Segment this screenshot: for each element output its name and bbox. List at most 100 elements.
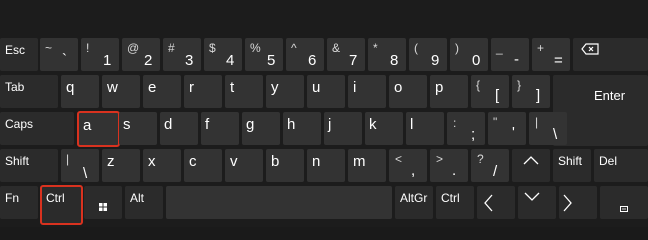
key-p[interactable]: p (430, 75, 468, 108)
key-k[interactable]: k (365, 112, 403, 145)
key-caps-lock[interactable]: Caps (0, 112, 74, 145)
key-shift-left[interactable]: Shift (0, 149, 58, 182)
key-esc[interactable]: Esc (0, 38, 38, 71)
key-label: k (369, 116, 377, 133)
key-r[interactable]: r (184, 75, 222, 108)
key-m[interactable]: m (348, 149, 386, 182)
key-slash[interactable]: ? / (471, 149, 509, 182)
key-label: Shift (558, 154, 583, 168)
windows-logo-icon (99, 203, 107, 211)
key-q[interactable]: q (61, 75, 99, 108)
key-a[interactable]: a (77, 111, 120, 147)
key-v[interactable]: v (225, 149, 263, 182)
key-label: f (205, 116, 210, 133)
key-label: u (312, 79, 321, 96)
key-left-bracket[interactable]: { [ (471, 75, 509, 108)
key-label: Caps (5, 117, 34, 131)
key-enter[interactable]: Enter (553, 75, 648, 146)
key-intl-backslash[interactable]: | \ (61, 149, 99, 182)
key-label: 1 (103, 52, 112, 69)
key-shift-label: | (535, 115, 539, 129)
key-comma[interactable]: < , (389, 149, 427, 182)
key-shift-label: ( (414, 41, 418, 55)
key-t[interactable]: t (225, 75, 263, 108)
key-label: v (230, 153, 238, 170)
key-label: Ctrl (441, 191, 460, 205)
key-semicolon[interactable]: : ; (447, 112, 485, 145)
key-label: p (435, 79, 444, 96)
key-b[interactable]: b (266, 149, 304, 182)
key-label: 0 (472, 52, 481, 69)
key-tilde[interactable]: ~ ` (40, 38, 78, 71)
key-space[interactable] (166, 186, 392, 219)
key-label: o (394, 79, 403, 96)
key-3[interactable]: # 3 (163, 38, 201, 71)
key-label: 3 (185, 52, 194, 69)
key-label: l (410, 116, 414, 133)
key-5[interactable]: % 5 (245, 38, 283, 71)
key-arrow-left[interactable] (477, 186, 515, 219)
key-period[interactable]: > . (430, 149, 468, 182)
key-label: r (189, 79, 194, 96)
key-u[interactable]: u (307, 75, 345, 108)
key-shift-label: ^ (291, 41, 297, 55)
key-o[interactable]: o (389, 75, 427, 108)
key-8[interactable]: * 8 (368, 38, 406, 71)
key-label: e (148, 79, 157, 96)
key-backslash[interactable]: | \ (529, 112, 567, 145)
key-z[interactable]: z (102, 149, 140, 182)
key-right-bracket[interactable]: } ] (512, 75, 550, 108)
key-n[interactable]: n (307, 149, 345, 182)
key-i[interactable]: i (348, 75, 386, 108)
key-alt[interactable]: Alt (125, 186, 163, 219)
key-altgr[interactable]: AltGr (395, 186, 433, 219)
key-label: \ (553, 126, 558, 143)
key-backspace[interactable] (573, 38, 648, 71)
key-label: , (411, 162, 416, 179)
key-g[interactable]: g (242, 112, 280, 145)
key-s[interactable]: s (119, 112, 157, 145)
key-y[interactable]: y (266, 75, 304, 108)
key-0[interactable]: ) 0 (450, 38, 488, 71)
key-shift-label: $ (209, 41, 216, 55)
key-label: 4 (226, 52, 235, 69)
key-label: Enter (594, 88, 626, 103)
key-shift-label: } (517, 78, 522, 92)
key-tab[interactable]: Tab (0, 75, 58, 108)
key-options[interactable] (600, 186, 648, 219)
key-shift-label: ) (455, 41, 459, 55)
key-label: ] (536, 87, 541, 104)
key-quote[interactable]: " ' (488, 112, 526, 145)
key-minus[interactable]: _ - (491, 38, 529, 71)
key-ctrl-right[interactable]: Ctrl (436, 186, 474, 219)
key-7[interactable]: & 7 (327, 38, 365, 71)
key-arrow-down[interactable] (518, 186, 556, 219)
key-c[interactable]: c (184, 149, 222, 182)
key-4[interactable]: $ 4 (204, 38, 242, 71)
key-6[interactable]: ^ 6 (286, 38, 324, 71)
key-label: [ (495, 87, 500, 104)
key-arrow-right[interactable] (559, 186, 597, 219)
key-9[interactable]: ( 9 (409, 38, 447, 71)
key-ctrl-left[interactable]: Ctrl (40, 185, 83, 225)
key-e[interactable]: e (143, 75, 181, 108)
key-label: Esc (5, 43, 26, 57)
key-2[interactable]: @ 2 (122, 38, 160, 71)
key-del[interactable]: Del (594, 149, 648, 182)
key-h[interactable]: h (283, 112, 321, 145)
key-shift-right[interactable]: Shift (553, 149, 591, 182)
key-arrow-up[interactable] (512, 149, 550, 182)
key-label: Del (599, 154, 618, 168)
key-equal[interactable]: + = (532, 38, 570, 71)
key-j[interactable]: j (324, 112, 362, 145)
key-x[interactable]: x (143, 149, 181, 182)
key-1[interactable]: ! 1 (81, 38, 119, 71)
key-d[interactable]: d (160, 112, 198, 145)
key-label: Ctrl (46, 191, 65, 205)
key-f[interactable]: f (201, 112, 239, 145)
key-label: c (189, 153, 197, 170)
key-l[interactable]: l (406, 112, 444, 145)
key-windows[interactable] (84, 186, 122, 219)
key-fn[interactable]: Fn (0, 186, 38, 219)
key-w[interactable]: w (102, 75, 140, 108)
